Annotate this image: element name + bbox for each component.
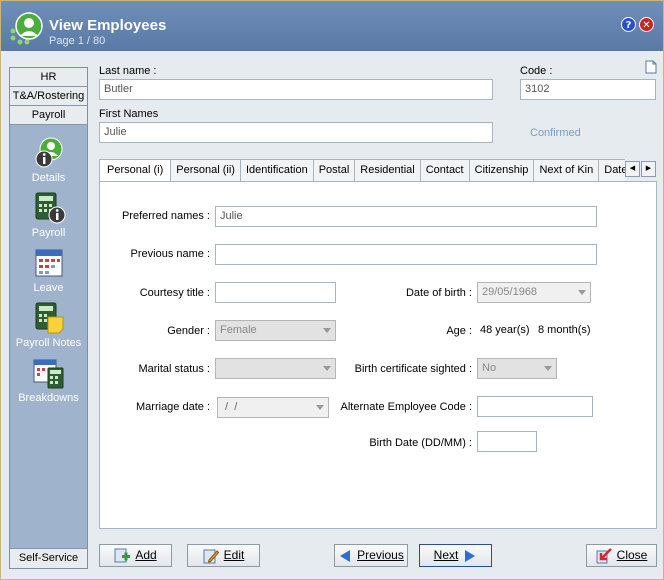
alt-employee-code-field[interactable] <box>477 396 593 417</box>
chevron-down-icon <box>316 405 324 410</box>
marital-status-select[interactable] <box>215 358 336 379</box>
page-indicator: Page 1 / 80 <box>49 35 106 47</box>
last-name-label: Last name : <box>99 65 157 77</box>
sidebar-item-label: Details <box>31 172 66 184</box>
add-button-label: Add <box>135 548 157 562</box>
previous-name-field[interactable] <box>215 244 597 265</box>
employees-app-icon <box>10 12 43 45</box>
sidebar-item-details[interactable]: Details <box>10 136 87 184</box>
status-text: Confirmed <box>530 127 581 139</box>
sidebar: HR T&A/Rostering Payroll Details Payroll… <box>9 67 88 569</box>
tab-dates[interactable]: Dates <box>598 159 625 181</box>
close-arrow-icon <box>596 547 612 564</box>
preferred-names-label: Preferred names : <box>121 210 210 222</box>
edit-button[interactable]: Edit <box>187 544 260 567</box>
sidebar-item-payroll-section[interactable]: Payroll <box>10 106 87 125</box>
age-label: Age : <box>446 325 472 337</box>
chevron-down-icon <box>578 290 586 295</box>
tab-identification[interactable]: Identification <box>239 159 314 181</box>
tab-residential[interactable]: Residential <box>354 159 421 181</box>
tab-panel-personal-i <box>99 181 657 529</box>
code-field[interactable]: 3102 <box>520 79 656 100</box>
edit-pencil-icon <box>203 549 219 564</box>
date-of-birth-picker[interactable]: 29/05/1968 <box>477 282 591 303</box>
window-title: View Employees <box>49 17 167 34</box>
sidebar-item-breakdowns[interactable]: Breakdowns <box>10 356 87 404</box>
courtesy-title-label: Courtesy title : <box>139 287 210 299</box>
chevron-down-icon <box>544 366 552 371</box>
sidebar-item-leave[interactable]: Leave <box>10 246 87 294</box>
previous-name-label: Previous name : <box>130 248 210 260</box>
close-button-label: Close <box>616 548 648 562</box>
calendar-calculator-icon <box>33 359 63 389</box>
courtesy-title-field[interactable] <box>215 282 336 303</box>
edit-button-label: Edit <box>223 548 245 562</box>
add-user-icon <box>114 548 131 563</box>
sidebar-item-label: Payroll <box>31 227 66 239</box>
previous-button-label: Previous <box>357 548 404 562</box>
sidebar-item-ta-rostering[interactable]: T&A/Rostering <box>10 87 87 106</box>
chevron-down-icon <box>323 328 331 333</box>
tab-citizenship[interactable]: Citizenship <box>468 159 535 181</box>
birth-date-ddmm-field[interactable] <box>477 431 537 452</box>
calendar-icon <box>35 249 62 277</box>
tab-next-of-kin[interactable]: Next of Kin <box>533 159 600 181</box>
close-button[interactable]: Close <box>586 544 657 567</box>
date-of-birth-label: Date of birth : <box>405 287 472 299</box>
birth-cert-select[interactable]: No <box>477 358 557 379</box>
first-names-field[interactable]: Julie <box>99 122 493 143</box>
tab-postal[interactable]: Postal <box>312 159 356 181</box>
employees-window: View Employees Page 1 / 80 ? ✕ HR T&A/Ro… <box>0 0 664 580</box>
sidebar-item-payroll-notes[interactable]: Payroll Notes <box>10 301 87 349</box>
calculator-notes-icon <box>35 302 63 334</box>
title-bar: View Employees Page 1 / 80 ? ✕ <box>1 1 663 51</box>
sidebar-item-self-service[interactable]: Self-Service <box>10 548 87 568</box>
tab-scroll-left[interactable]: ◀ <box>625 161 640 177</box>
previous-button[interactable]: Previous <box>334 544 408 567</box>
marital-status-label: Marital status : <box>138 363 210 375</box>
sidebar-item-label: Breakdowns <box>18 392 79 404</box>
date-of-birth-value: 29/05/1968 <box>482 286 538 298</box>
marriage-date-label: Marriage date : <box>136 401 210 413</box>
preferred-names-field[interactable]: Julie <box>215 206 597 227</box>
next-button-label: Next <box>433 548 459 562</box>
age-years: 48 year(s) <box>480 324 530 336</box>
marriage-date-picker[interactable]: / / <box>217 397 329 418</box>
last-name-field[interactable]: Butler <box>99 79 493 100</box>
first-names-label: First Names <box>99 108 159 120</box>
add-button[interactable]: Add <box>99 544 172 567</box>
code-label: Code : <box>520 65 553 77</box>
tab-contact[interactable]: Contact <box>419 159 470 181</box>
birth-cert-value: No <box>482 362 497 374</box>
gender-label: Gender : <box>167 325 210 337</box>
new-document-icon[interactable] <box>645 60 657 74</box>
next-button[interactable]: Next <box>419 544 492 567</box>
marriage-date-value: / / <box>222 401 238 413</box>
sidebar-item-hr[interactable]: HR <box>10 68 87 87</box>
help-icon[interactable]: ? <box>621 17 636 32</box>
sidebar-item-label: Payroll Notes <box>15 337 82 349</box>
birth-date-ddmm-label: Birth Date (DD/MM) : <box>369 437 472 449</box>
tab-scroll-right[interactable]: ▶ <box>641 161 656 177</box>
arrow-left-icon <box>340 549 351 562</box>
calculator-icon <box>35 192 65 224</box>
chevron-down-icon <box>323 366 331 371</box>
arrow-right-icon <box>465 549 476 562</box>
sidebar-item-label: Leave <box>33 282 64 294</box>
birth-cert-label: Birth certificate sighted : <box>354 363 472 375</box>
gender-value: Female <box>220 324 257 336</box>
tab-strip: Personal (i) Personal (ii) Identification P… <box>99 159 625 182</box>
tab-personal-ii[interactable]: Personal (ii) <box>170 159 241 181</box>
gender-select[interactable]: Female <box>215 320 336 341</box>
close-window-icon[interactable]: ✕ <box>639 17 654 32</box>
tab-personal-i[interactable]: Personal (i) <box>99 159 172 182</box>
sidebar-item-payroll[interactable]: Payroll <box>10 191 87 239</box>
age-months: 8 month(s) <box>538 324 591 336</box>
employee-info-icon <box>35 137 62 168</box>
alt-employee-code-label: Alternate Employee Code : <box>340 401 472 413</box>
